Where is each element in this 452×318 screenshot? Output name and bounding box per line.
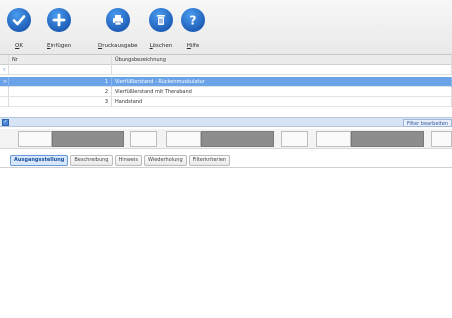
- cell-name[interactable]: Vierfüßlerstand - Rückenmuskulatur: [112, 77, 452, 87]
- table-row[interactable]: 2 Vierfüßlerstand mit Theraband: [0, 87, 452, 97]
- table-row[interactable]: 3 Handstand: [0, 97, 452, 107]
- tab-ausgangsstellung[interactable]: Ausgangsstellung: [10, 155, 69, 166]
- print-button[interactable]: Druckausgabe: [98, 8, 138, 49]
- detail-field[interactable]: [166, 131, 201, 147]
- cell-nr[interactable]: 1: [9, 77, 112, 87]
- svg-text:?: ?: [190, 14, 197, 28]
- tab-hinweis[interactable]: Hinweis: [114, 155, 142, 166]
- cell-name[interactable]: Handstand: [112, 97, 452, 107]
- detail-field[interactable]: [18, 131, 52, 147]
- help-button[interactable]: ? Hilfe: [181, 8, 205, 49]
- ok-button[interactable]: OK: [7, 8, 31, 49]
- filter-row-icon: ▿: [0, 65, 9, 75]
- column-header-nr[interactable]: Nr: [9, 55, 112, 65]
- detail-field[interactable]: [316, 131, 351, 147]
- trash-icon: [149, 8, 173, 32]
- filter-row[interactable]: ▿: [0, 65, 452, 75]
- tab-beschreibung[interactable]: Beschreibung: [70, 155, 113, 166]
- printer-icon: [105, 8, 130, 32]
- detail-field[interactable]: [52, 131, 124, 147]
- cell-nr[interactable]: 2: [9, 87, 112, 97]
- filter-active-checkbox[interactable]: ✓: [2, 119, 9, 126]
- delete-button[interactable]: Löschen: [149, 8, 173, 49]
- detail-strip: [0, 129, 452, 149]
- detail-field[interactable]: [201, 131, 274, 147]
- column-header-name[interactable]: Übungsbezeichnung: [112, 55, 452, 65]
- table-row[interactable]: > 1 Vierfüßlerstand - Rückenmuskulatur: [0, 77, 452, 87]
- tab-panel[interactable]: [0, 167, 452, 318]
- edit-filter-button[interactable]: Filter bearbeiten: [402, 119, 452, 127]
- detail-field[interactable]: [351, 131, 424, 147]
- grid-header: Nr Übungsbezeichnung: [0, 55, 452, 65]
- filter-bar: ✓ Filter bearbeiten: [0, 117, 452, 127]
- cell-name[interactable]: Vierfüßlerstand mit Theraband: [112, 87, 452, 97]
- detail-tabs: Ausgangsstellung Beschreibung Hinweis Wi…: [10, 155, 231, 167]
- current-row-icon: >: [0, 77, 9, 87]
- plus-icon: [47, 8, 72, 32]
- filter-cell-nr[interactable]: [9, 65, 112, 75]
- tab-wiederholung[interactable]: Wiederholung: [143, 155, 187, 166]
- detail-field[interactable]: [281, 131, 308, 147]
- check-icon: [7, 8, 31, 32]
- filter-cell-name[interactable]: [112, 65, 452, 75]
- help-icon: ?: [181, 8, 205, 32]
- insert-button[interactable]: Einfügen: [47, 8, 71, 49]
- tab-filterkriterien[interactable]: Filterkriterien: [188, 155, 231, 166]
- cell-nr[interactable]: 3: [9, 97, 112, 107]
- detail-field[interactable]: [431, 131, 452, 147]
- toolbar: OK Einfügen Druckausgabe Löschen ? Hilfe: [0, 0, 452, 55]
- detail-field[interactable]: [130, 131, 157, 147]
